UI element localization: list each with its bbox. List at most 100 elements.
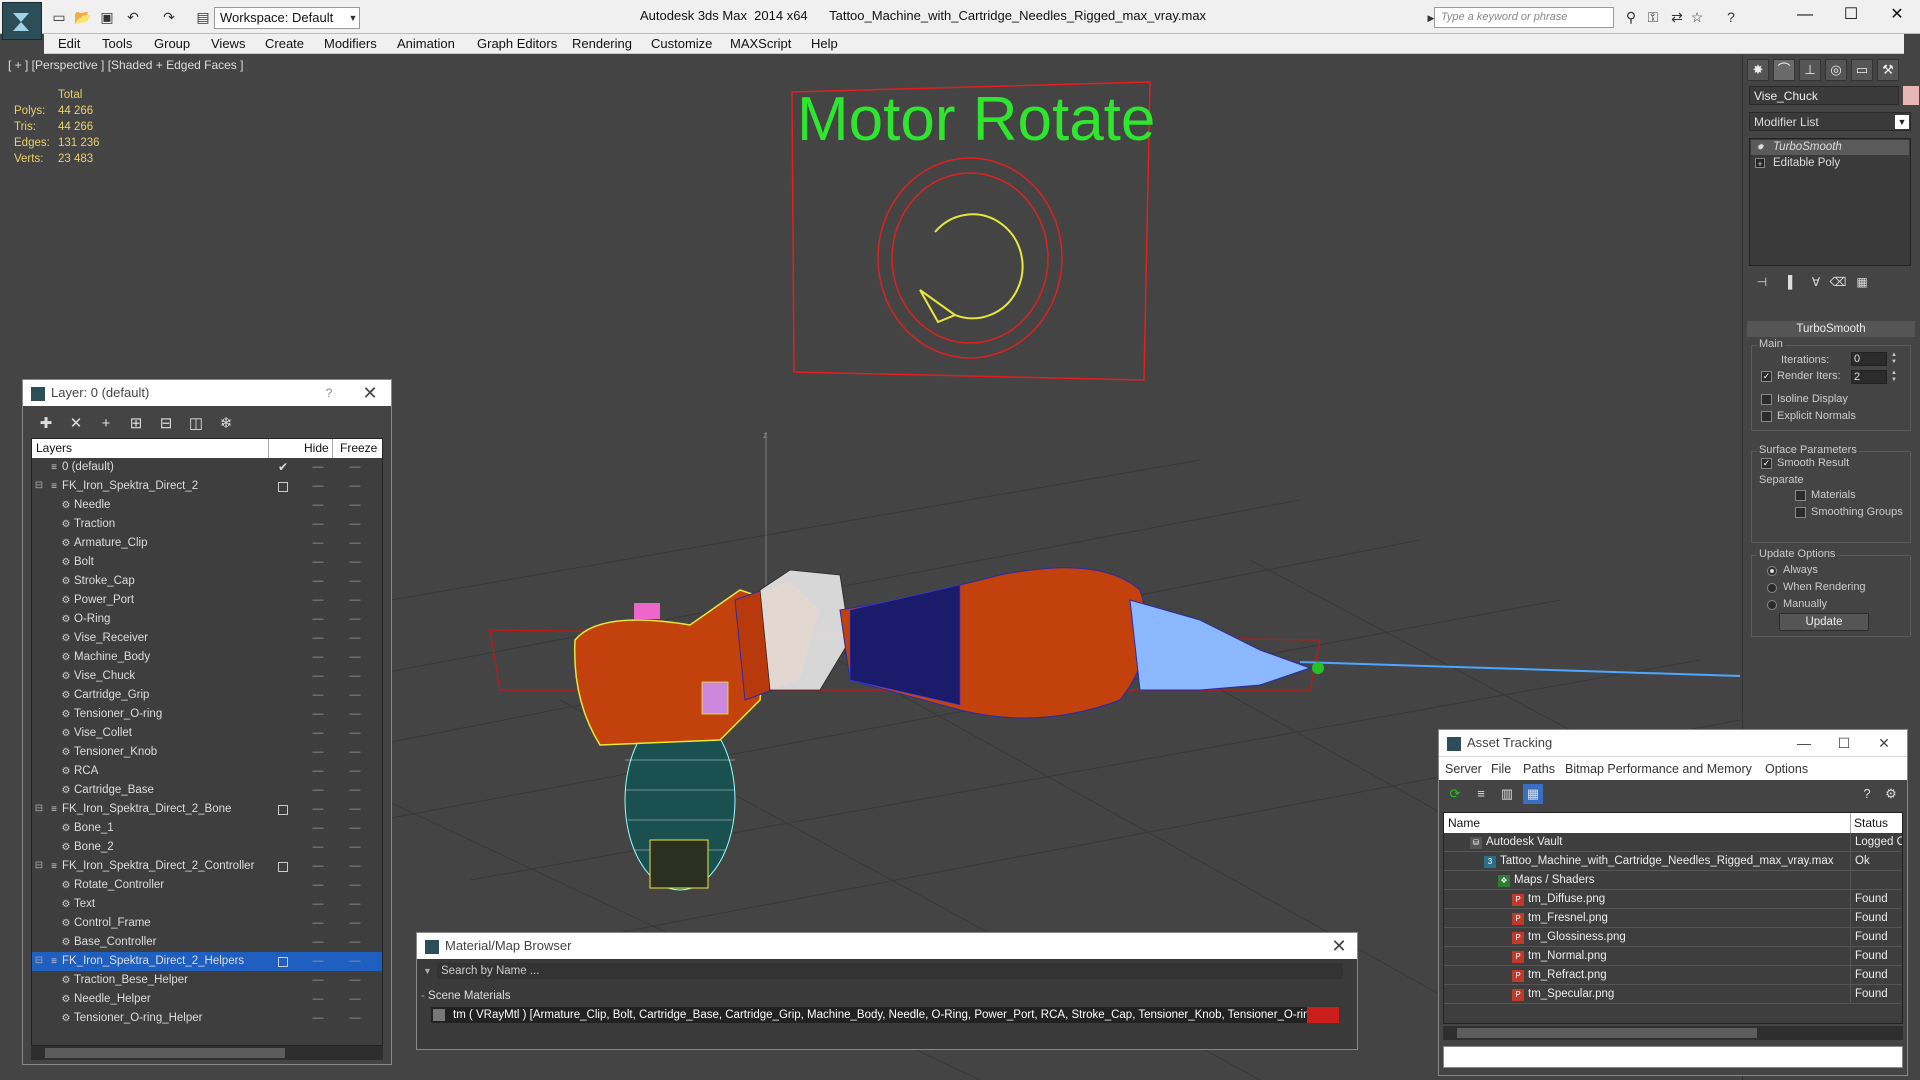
render-iters-spinner[interactable]: 2 bbox=[1851, 370, 1887, 384]
stack-item-editable-poly[interactable]: + Editable Poly bbox=[1751, 156, 1909, 171]
list-view-icon[interactable]: ≡ bbox=[1471, 784, 1491, 804]
undo-icon[interactable]: ↶ bbox=[124, 8, 142, 26]
freeze-toggle[interactable]: — bbox=[346, 572, 364, 591]
object-color-swatch[interactable] bbox=[1903, 86, 1919, 105]
layer-row[interactable]: ⚙ Armature_Clip — — bbox=[32, 534, 382, 553]
menu-animation[interactable]: Animation bbox=[395, 34, 457, 54]
binoculars-icon[interactable]: ⚲ bbox=[1622, 8, 1640, 26]
new-file-icon[interactable]: ▭ bbox=[50, 8, 68, 26]
refresh-icon[interactable]: ⟳ bbox=[1445, 784, 1465, 804]
scrollbar-thumb[interactable] bbox=[45, 1048, 285, 1058]
modifier-list-dropdown[interactable]: Modifier List bbox=[1749, 112, 1911, 131]
hide-toggle[interactable]: — bbox=[309, 629, 327, 648]
hide-toggle[interactable]: — bbox=[309, 743, 327, 762]
hide-toggle[interactable]: — bbox=[309, 591, 327, 610]
freeze-toggle[interactable]: — bbox=[346, 857, 364, 876]
menu-customize[interactable]: Customize bbox=[649, 34, 714, 54]
menu-help[interactable]: Help bbox=[809, 34, 840, 54]
freeze-toggle[interactable]: — bbox=[346, 743, 364, 762]
always-radio[interactable] bbox=[1767, 566, 1777, 576]
when-rendering-radio[interactable] bbox=[1767, 583, 1777, 593]
menu-options[interactable]: Options bbox=[1765, 757, 1808, 781]
collapse-icon[interactable]: - bbox=[421, 990, 428, 1002]
layer-row[interactable]: ⚙ Base_Controller — — bbox=[32, 933, 382, 952]
stack-item-turbosmooth[interactable]: ✹ TurboSmooth bbox=[1751, 140, 1909, 155]
freeze-toggle[interactable]: — bbox=[346, 629, 364, 648]
asset-path-field[interactable] bbox=[1443, 1046, 1903, 1068]
menu-paths[interactable]: Paths bbox=[1523, 757, 1555, 781]
freeze-toggle[interactable]: — bbox=[346, 686, 364, 705]
motor-rotate-control[interactable]: Motor Rotate bbox=[791, 81, 1155, 381]
hide-toggle[interactable]: — bbox=[309, 534, 327, 553]
freeze-toggle[interactable]: — bbox=[346, 990, 364, 1009]
hide-toggle[interactable]: — bbox=[309, 458, 327, 477]
menu-group[interactable]: Group bbox=[152, 34, 192, 54]
asset-row[interactable]: ⛁ Autodesk Vault Logged Out bbox=[1444, 833, 1902, 852]
key-icon[interactable]: ⚿ bbox=[1644, 8, 1662, 26]
freeze-all-icon[interactable]: ❄ bbox=[215, 413, 237, 435]
asset-tracking-title[interactable]: Asset Tracking — ☐ ✕ bbox=[1439, 730, 1907, 756]
menu-create[interactable]: Create bbox=[263, 34, 306, 54]
set-current-box[interactable] bbox=[278, 482, 288, 492]
hide-toggle[interactable]: — bbox=[309, 477, 327, 496]
layer-row[interactable]: ⚙ Bone_1 — — bbox=[32, 819, 382, 838]
asset-row[interactable]: Ptm_Glossiness.png Found bbox=[1444, 928, 1902, 947]
layer-row[interactable]: ⚙ Tensioner_Knob — — bbox=[32, 743, 382, 762]
help-icon[interactable]: ? bbox=[1722, 8, 1740, 26]
asset-row[interactable]: Ptm_Refract.png Found bbox=[1444, 966, 1902, 985]
collapse-icon[interactable]: ⊟ bbox=[34, 861, 44, 871]
minimize-icon[interactable]: — bbox=[1789, 730, 1819, 756]
menu-server[interactable]: Server bbox=[1445, 757, 1482, 781]
spinner-arrows-icon[interactable]: ▲ ▼ bbox=[1889, 370, 1899, 384]
hide-toggle[interactable]: — bbox=[309, 496, 327, 515]
menu-rendering[interactable]: Rendering bbox=[570, 34, 634, 54]
hide-toggle[interactable]: — bbox=[309, 648, 327, 667]
explicit-normals-checkbox[interactable] bbox=[1761, 411, 1772, 422]
turbosmooth-rollout-title[interactable]: TurboSmooth bbox=[1747, 321, 1915, 337]
select-objects-icon[interactable]: ⊞ bbox=[125, 413, 147, 435]
layer-row[interactable]: ⚙ Cartridge_Base — — bbox=[32, 781, 382, 800]
set-current-box[interactable] bbox=[278, 957, 288, 967]
freeze-toggle[interactable]: — bbox=[346, 952, 364, 971]
hide-toggle[interactable]: — bbox=[309, 876, 327, 895]
layer-row[interactable]: ⚙ Needle — — bbox=[32, 496, 382, 515]
layer-row[interactable]: ⚙ Needle_Helper — — bbox=[32, 990, 382, 1009]
update-button[interactable]: Update bbox=[1779, 613, 1869, 631]
freeze-toggle[interactable]: — bbox=[346, 933, 364, 952]
menu-maxscript[interactable]: MAXScript bbox=[728, 34, 793, 54]
freeze-toggle[interactable]: — bbox=[346, 591, 364, 610]
current-layer-check-icon[interactable]: ✔ bbox=[276, 458, 290, 477]
layer-row[interactable]: ⚙ Machine_Body — — bbox=[32, 648, 382, 667]
layer-row[interactable]: ⚙ Power_Port — — bbox=[32, 591, 382, 610]
layer-row[interactable]: ⚙ Tensioner_O-ring — — bbox=[32, 705, 382, 724]
asset-row[interactable]: Ptm_Diffuse.png Found bbox=[1444, 890, 1902, 909]
layer-row[interactable]: ⚙ Vise_Collet — — bbox=[32, 724, 382, 743]
freeze-toggle[interactable]: — bbox=[346, 667, 364, 686]
asset-row[interactable]: Ptm_Normal.png Found bbox=[1444, 947, 1902, 966]
options-arrow-icon[interactable]: ▼ bbox=[423, 963, 435, 979]
hide-toggle[interactable]: — bbox=[309, 781, 327, 800]
column-status[interactable]: Status bbox=[1854, 813, 1888, 833]
freeze-toggle[interactable]: — bbox=[346, 781, 364, 800]
layer-row[interactable]: ⊟ ≡ FK_Iron_Spektra_Direct_2 — — bbox=[32, 477, 382, 496]
hide-toggle[interactable]: — bbox=[309, 762, 327, 781]
layer-row[interactable]: ⚙ Traction_Bese_Helper — — bbox=[32, 971, 382, 990]
hide-toggle[interactable]: — bbox=[309, 515, 327, 534]
freeze-toggle[interactable]: — bbox=[346, 914, 364, 933]
delete-layer-icon[interactable]: ✕ bbox=[65, 413, 87, 435]
freeze-toggle[interactable]: — bbox=[346, 800, 364, 819]
hide-toggle[interactable]: — bbox=[309, 705, 327, 724]
scrollbar-thumb[interactable] bbox=[1457, 1028, 1757, 1038]
close-icon[interactable]: ✕ bbox=[1869, 730, 1899, 756]
material-search-input[interactable]: Search by Name ... bbox=[437, 963, 1343, 979]
hide-toggle[interactable]: — bbox=[309, 914, 327, 933]
minimize-icon[interactable]: — bbox=[1782, 0, 1828, 30]
layer-row[interactable]: ⚙ Bone_2 — — bbox=[32, 838, 382, 857]
layer-row[interactable]: ≡ 0 (default) ✔ — — bbox=[32, 458, 382, 477]
freeze-toggle[interactable]: — bbox=[346, 1009, 364, 1028]
hide-toggle[interactable]: — bbox=[309, 971, 327, 990]
layer-row[interactable]: ⚙ Control_Frame — — bbox=[32, 914, 382, 933]
freeze-toggle[interactable]: — bbox=[346, 876, 364, 895]
save-file-icon[interactable]: ▣ bbox=[98, 8, 116, 26]
add-to-layer-icon[interactable]: + bbox=[95, 413, 117, 435]
